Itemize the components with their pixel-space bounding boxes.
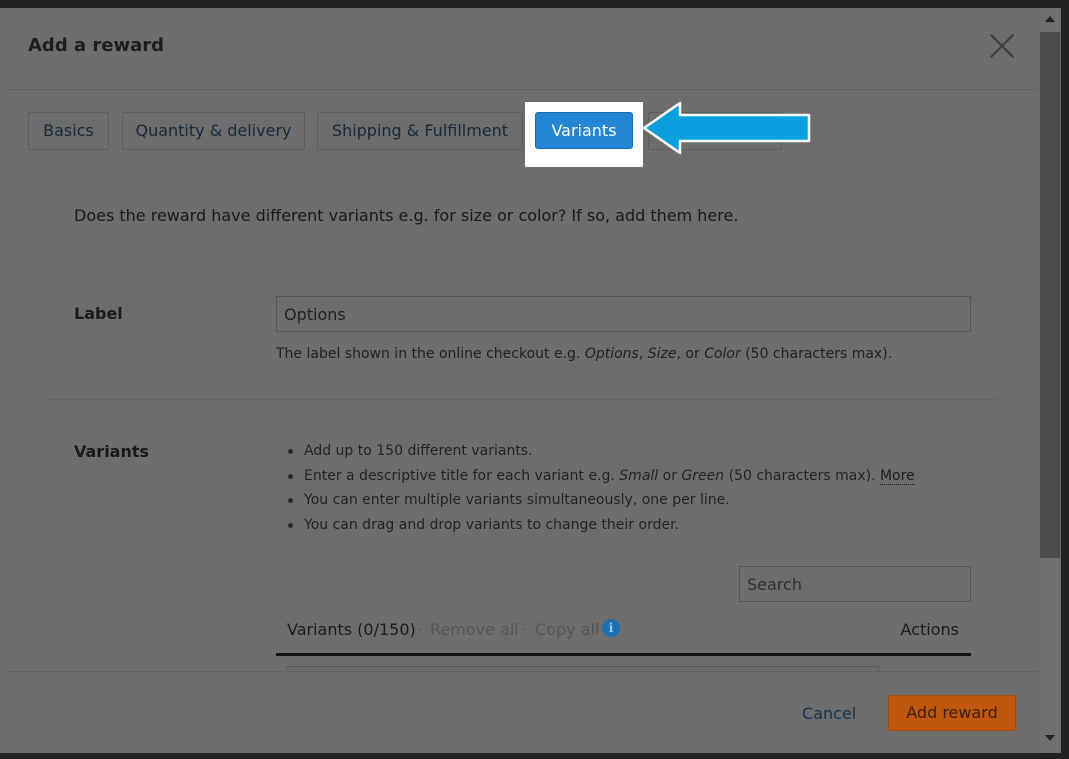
add-reward-dialog: Add a reward Basics Quantity & delivery … bbox=[8, 8, 1039, 753]
help-separator: , or bbox=[676, 346, 705, 362]
variants-list-header: Variants (0/150) · Remove all · Copy all… bbox=[276, 616, 971, 656]
instruction-example-green: Green bbox=[681, 467, 725, 484]
instruction-text: Enter a descriptive title for each varia… bbox=[304, 467, 620, 484]
section-divider bbox=[48, 399, 998, 400]
scrollbar-thumb[interactable] bbox=[1040, 32, 1060, 558]
scroll-down-icon[interactable] bbox=[1045, 735, 1055, 741]
tab-basics[interactable]: Basics bbox=[28, 112, 109, 150]
help-separator: , bbox=[638, 346, 648, 362]
add-reward-button[interactable]: Add reward bbox=[888, 695, 1016, 731]
variants-instructions-list: Add up to 150 different variants. Enter … bbox=[288, 442, 915, 541]
instruction-text: or bbox=[658, 467, 682, 484]
instruction-example-small: Small bbox=[619, 467, 659, 484]
variants-search-input[interactable] bbox=[739, 566, 971, 602]
copy-all-link[interactable]: Copy all bbox=[535, 620, 599, 639]
separator-dot: · bbox=[417, 620, 423, 639]
tab-variants[interactable]: Variants bbox=[535, 112, 633, 149]
separator-dot: · bbox=[522, 620, 528, 639]
remove-all-link[interactable]: Remove all bbox=[430, 620, 519, 639]
info-icon[interactable]: i bbox=[602, 619, 620, 637]
cancel-button[interactable]: Cancel bbox=[802, 704, 856, 723]
scroll-up-icon[interactable] bbox=[1045, 16, 1055, 22]
label-input[interactable] bbox=[276, 296, 971, 332]
more-link[interactable]: More bbox=[879, 467, 915, 485]
variants-intro-text: Does the reward have different variants … bbox=[74, 206, 739, 225]
actions-column-header: Actions bbox=[900, 620, 959, 639]
list-item: Enter a descriptive title for each varia… bbox=[288, 467, 915, 492]
help-example-size: Size bbox=[647, 346, 677, 362]
help-example-options: Options bbox=[584, 346, 639, 362]
dialog-title: Add a reward bbox=[28, 35, 165, 56]
backdrop-edge bbox=[0, 8, 8, 753]
tab-shipping-fulfillment[interactable]: Shipping & Fulfillment bbox=[317, 112, 523, 150]
label-field-label: Label bbox=[74, 304, 123, 323]
label-help-text: The label shown in the online checkout e… bbox=[276, 346, 892, 362]
help-text-suffix: (50 characters max). bbox=[740, 346, 893, 362]
help-text-prefix: The label shown in the online checkout e… bbox=[276, 346, 585, 362]
dialog-footer: Cancel Add reward bbox=[8, 671, 1039, 753]
dialog-header: Add a reward bbox=[8, 8, 1039, 90]
list-item: Add up to 150 different variants. bbox=[288, 442, 915, 467]
list-item: You can enter multiple variants simultan… bbox=[288, 491, 915, 516]
help-example-color: Color bbox=[704, 346, 741, 362]
list-item: You can drag and drop variants to change… bbox=[288, 516, 915, 541]
variants-field-label: Variants bbox=[74, 442, 150, 461]
variants-count-title: Variants (0/150) bbox=[287, 620, 416, 639]
close-icon[interactable] bbox=[986, 30, 1018, 62]
instruction-text: (50 characters max). bbox=[724, 467, 880, 484]
pointer-arrow-icon bbox=[642, 101, 811, 155]
vertical-scrollbar[interactable] bbox=[1039, 8, 1061, 753]
tab-quantity-delivery[interactable]: Quantity & delivery bbox=[122, 112, 305, 150]
